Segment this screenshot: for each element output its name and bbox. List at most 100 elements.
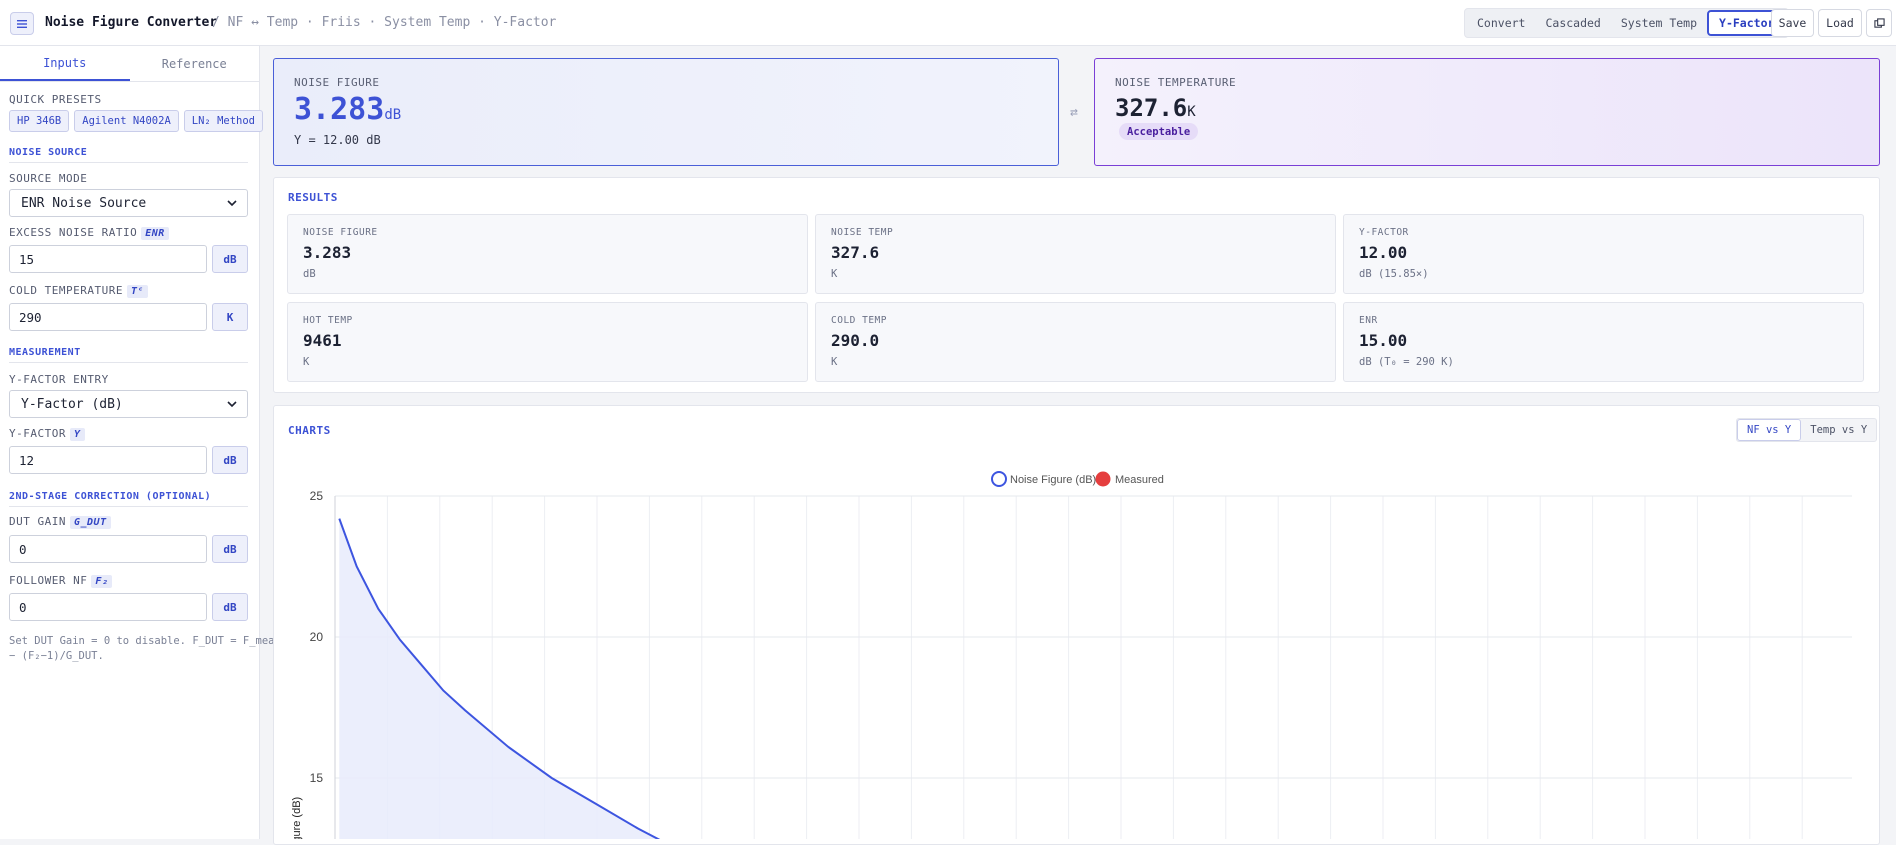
follower-nf-label-text: FOLLOWER NF xyxy=(9,574,88,587)
result-card: NOISE FIGURE 3.283 dB xyxy=(287,214,808,294)
dut-gain-label-text: DUT GAIN xyxy=(9,515,66,528)
preset-hp-346b[interactable]: HP 346B xyxy=(9,110,70,132)
yfactor-input[interactable]: 12 xyxy=(9,446,207,474)
input-sidebar: Inputs Reference xyxy=(0,46,260,839)
result-unit: K xyxy=(831,268,838,280)
result-card: ENR 15.00 dB (T₀ = 290 K) xyxy=(1343,302,1864,382)
result-value: 3.283 xyxy=(303,243,352,262)
cold-temp-unit-button[interactable]: K xyxy=(212,303,248,331)
yfactor-symbol: Y xyxy=(69,428,85,441)
copy-button[interactable] xyxy=(1866,9,1892,37)
result-card: COLD TEMP 290.0 K xyxy=(815,302,1336,382)
y-axis-label: Noise Figure (dB) xyxy=(291,797,303,839)
cold-temp-input[interactable]: 290 xyxy=(9,303,207,331)
tab-convert[interactable]: Convert xyxy=(1467,10,1535,36)
measurement-heading: MEASUREMENT xyxy=(9,347,81,358)
follower-nf-label: FOLLOWER NF F₂ xyxy=(9,574,113,588)
dut-gain-symbol: G_DUT xyxy=(69,516,111,529)
toggle-nf-vs-y[interactable]: NF vs Y xyxy=(1737,419,1802,441)
preset-agilent-n4002a[interactable]: Agilent N4002A xyxy=(74,110,179,132)
result-card: Y-FACTOR 12.00 dB (15.85×) xyxy=(1343,214,1864,294)
nf-vs-y-chart: 25 20 15 Noise Figure (dB) Noise Figure (dB)… xyxy=(291,471,1852,839)
toggle-temp-vs-y[interactable]: Temp vs Y xyxy=(1801,419,1876,441)
results-panel: RESULTS NOISE FIGURE 3.283 dB NOISE TEMP… xyxy=(273,177,1880,393)
follower-nf-field-row: 0 dB xyxy=(9,593,248,621)
dut-gain-field-row: 0 dB xyxy=(9,535,248,563)
charts-title: CHARTS xyxy=(288,424,331,437)
noise-temperature-value: 327.6K xyxy=(1115,94,1196,122)
result-label: HOT TEMP xyxy=(303,315,353,326)
correction-hint-line-1: Set DUT Gain = 0 to disable. F_DUT = F_m… xyxy=(9,635,281,647)
result-value: 12.00 xyxy=(1359,243,1408,262)
status-badge: Acceptable xyxy=(1119,123,1199,140)
noise-figure-unit: dB xyxy=(384,107,402,123)
app-title: Noise Figure Converter xyxy=(45,15,218,30)
y-tick-label: 25 xyxy=(310,489,324,503)
source-mode-select[interactable]: ENR Noise Source xyxy=(9,189,248,217)
mode-tabs: Convert Cascaded System Temp Y-Factor xyxy=(1464,8,1790,38)
enr-unit-button[interactable]: dB xyxy=(212,245,248,273)
cold-temp-label-text: COLD TEMPERATURE xyxy=(9,284,123,297)
result-label: COLD TEMP xyxy=(831,315,887,326)
result-unit: K xyxy=(303,356,310,368)
result-label: NOISE TEMP xyxy=(831,227,894,238)
result-label: Y-FACTOR xyxy=(1359,227,1409,238)
section-divider xyxy=(9,162,248,163)
cold-temp-symbol: Tᶜ xyxy=(126,285,149,298)
source-mode-value: ENR Noise Source xyxy=(21,195,147,211)
copy-icon xyxy=(1873,17,1885,28)
noise-source-heading: NOISE SOURCE xyxy=(9,147,88,158)
correction-hint-line-2: − (F₂−1)/G_DUT. xyxy=(9,650,104,662)
y-tick-label: 15 xyxy=(310,771,324,785)
enr-field-row: 15 dB xyxy=(9,245,248,273)
source-mode-label: SOURCE MODE xyxy=(9,172,88,185)
enr-symbol: ENR xyxy=(141,227,169,240)
enr-label-text: EXCESS NOISE RATIO xyxy=(9,226,138,239)
section-divider xyxy=(9,506,248,507)
tab-cascaded[interactable]: Cascaded xyxy=(1535,10,1610,36)
result-unit: dB (T₀ = 290 K) xyxy=(1359,356,1454,368)
result-card: HOT TEMP 9461 K xyxy=(287,302,808,382)
noise-temperature-unit: K xyxy=(1187,104,1196,120)
noise-temperature-number: 327.6 xyxy=(1115,94,1188,122)
preset-ln2-method[interactable]: LN₂ Method xyxy=(183,110,263,132)
tab-inputs[interactable]: Inputs xyxy=(0,46,130,81)
noise-figure-number: 3.283 xyxy=(294,92,385,127)
legend-marker-noise-figure xyxy=(991,471,1007,487)
chevron-down-icon xyxy=(227,200,237,207)
load-button[interactable]: Load xyxy=(1818,9,1862,37)
y-factor-summary: Y = 12.00 dB xyxy=(294,133,381,147)
result-value: 15.00 xyxy=(1359,331,1408,350)
hamburger-icon xyxy=(17,19,27,28)
result-unit: K xyxy=(831,356,838,368)
menu-button[interactable] xyxy=(10,12,34,35)
enr-input[interactable]: 15 xyxy=(9,245,207,273)
legend-marker-measured xyxy=(1095,471,1111,487)
quick-presets-heading: QUICK PRESETS xyxy=(9,93,102,106)
cold-temp-field-row: 290 K xyxy=(9,303,248,331)
series-area-fill xyxy=(339,518,726,839)
noise-temperature-label: NOISE TEMPERATURE xyxy=(1115,76,1237,89)
y-tick-label: 20 xyxy=(310,630,324,644)
follower-nf-unit-button[interactable]: dB xyxy=(212,593,248,621)
swap-icon[interactable]: ⇄ xyxy=(1070,105,1078,120)
results-title: RESULTS xyxy=(288,191,338,204)
result-label: NOISE FIGURE xyxy=(303,227,378,238)
app-header: Noise Figure Converter / NF ↔ Temp · Fri… xyxy=(0,0,1896,46)
dut-gain-input[interactable]: 0 xyxy=(9,535,207,563)
yfactor-label-text: Y-FACTOR xyxy=(9,427,66,440)
yfactor-entry-label: Y-FACTOR ENTRY xyxy=(9,373,109,386)
tab-reference[interactable]: Reference xyxy=(130,46,260,81)
dut-gain-unit-button[interactable]: dB xyxy=(212,535,248,563)
save-button[interactable]: Save xyxy=(1771,9,1814,37)
result-unit: dB (15.85×) xyxy=(1359,268,1429,280)
tab-system-temp[interactable]: System Temp xyxy=(1611,10,1707,36)
noise-temperature-card: NOISE TEMPERATURE 327.6K Acceptable xyxy=(1094,58,1880,166)
follower-nf-input[interactable]: 0 xyxy=(9,593,207,621)
result-value: 290.0 xyxy=(831,331,880,350)
follower-nf-symbol: F₂ xyxy=(91,575,113,588)
legend-label-noise-figure: Noise Figure (dB) xyxy=(1010,474,1096,486)
noise-figure-label: NOISE FIGURE xyxy=(294,76,380,89)
yfactor-entry-select[interactable]: Y-Factor (dB) xyxy=(9,390,248,418)
yfactor-unit-button[interactable]: dB xyxy=(212,446,248,474)
